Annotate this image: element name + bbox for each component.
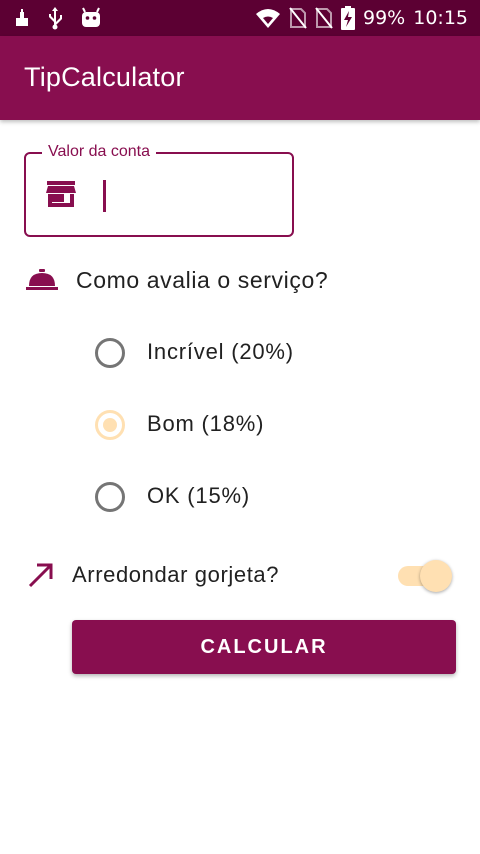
android-icon (82, 7, 100, 27)
service-question-label: Como avalia o serviço? (76, 267, 329, 293)
radio-label: Bom (18%) (147, 411, 265, 436)
store-icon (46, 181, 76, 207)
battery-charging-icon (341, 6, 355, 30)
trending-up-arrow-icon (28, 563, 53, 588)
radio-label: Incrível (20%) (147, 339, 294, 364)
text-cursor (103, 180, 106, 212)
no-sim-icon (315, 7, 333, 29)
notification-icon (16, 9, 28, 26)
usb-icon (49, 7, 62, 30)
radio-option-good[interactable]: Bom (18%) (94, 407, 354, 443)
status-left-icons (14, 6, 102, 30)
radio-button-selected[interactable] (95, 410, 125, 440)
round-up-label: Arredondar gorjeta? (72, 562, 280, 587)
status-right-icons: 99% 10:15 (255, 6, 468, 30)
app-title: TipCalculator (24, 62, 185, 92)
round-up-switch-thumb[interactable] (420, 560, 452, 592)
radio-option-ok[interactable]: OK (15%) (94, 479, 354, 515)
round-up-row: Arredondar gorjeta? (28, 556, 458, 596)
bill-amount-field[interactable]: Valor da conta (24, 142, 294, 237)
calculate-button[interactable]: CALCULAR (72, 620, 456, 674)
clock: 10:15 (413, 7, 468, 29)
status-bar: 99% 10:15 (0, 0, 480, 36)
bill-amount-input[interactable] (100, 178, 280, 212)
room-service-icon (26, 269, 58, 290)
no-sim-icon (289, 7, 307, 29)
battery-percent: 99% (363, 7, 406, 29)
radio-label: OK (15%) (147, 483, 250, 508)
radio-button[interactable] (95, 338, 125, 368)
radio-button[interactable] (95, 482, 125, 512)
app-bar: TipCalculator (0, 36, 480, 120)
bill-amount-label: Valor da conta (42, 142, 156, 162)
wifi-icon (256, 9, 280, 28)
radio-option-amazing[interactable]: Incrível (20%) (94, 335, 354, 371)
